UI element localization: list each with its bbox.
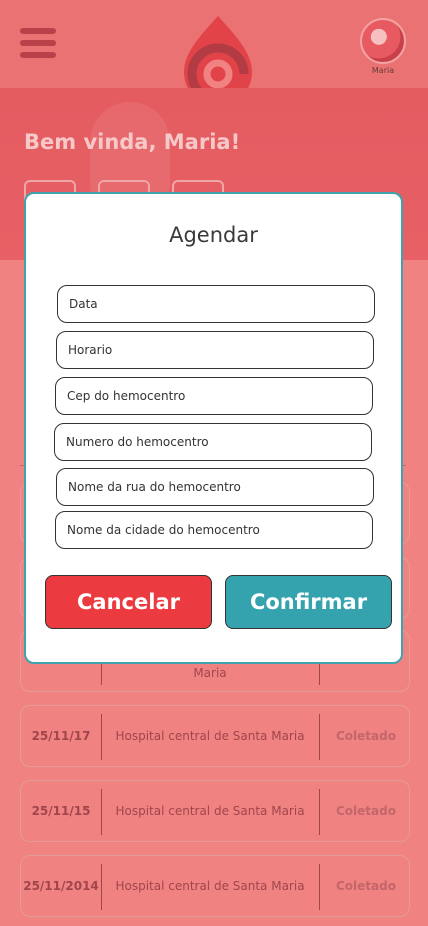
street-field[interactable] bbox=[56, 468, 374, 506]
greeting-text: Bem vinda, Maria! bbox=[24, 130, 241, 154]
city-field[interactable] bbox=[55, 511, 373, 549]
confirm-button[interactable]: Confirmar bbox=[225, 575, 392, 629]
history-status: Coletado bbox=[336, 879, 396, 893]
history-card[interactable]: 25/11/2014 Hospital central de Santa Mar… bbox=[20, 855, 410, 917]
cancel-button[interactable]: Cancelar bbox=[45, 575, 212, 629]
history-place: Hospital central de Santa Maria bbox=[115, 729, 305, 743]
menu-icon[interactable] bbox=[20, 28, 56, 62]
history-card[interactable]: 25/11/17 Hospital central de Santa Maria… bbox=[20, 705, 410, 767]
time-field[interactable] bbox=[56, 331, 374, 369]
history-date: 25/11/15 bbox=[31, 804, 91, 818]
user-profile[interactable]: Maria bbox=[358, 18, 408, 75]
history-card[interactable]: 25/11/15 Hospital central de Santa Maria… bbox=[20, 780, 410, 842]
date-field[interactable] bbox=[57, 285, 375, 323]
history-place: Hospital central de Santa Maria bbox=[115, 879, 305, 893]
history-place: Hospital central de Santa Maria bbox=[115, 804, 305, 818]
cep-field[interactable] bbox=[55, 377, 373, 415]
modal-title: Agendar bbox=[169, 223, 258, 247]
number-field[interactable] bbox=[54, 423, 372, 461]
history-status: Coletado bbox=[336, 804, 396, 818]
app-header: Maria bbox=[0, 0, 428, 106]
history-date: 25/11/17 bbox=[31, 729, 91, 743]
avatar bbox=[360, 18, 406, 64]
history-date: 25/11/2014 bbox=[23, 879, 99, 893]
history-status: Coletado bbox=[336, 729, 396, 743]
avatar-name: Maria bbox=[371, 66, 395, 75]
schedule-modal: Agendar Cancelar Confirmar bbox=[24, 192, 403, 664]
